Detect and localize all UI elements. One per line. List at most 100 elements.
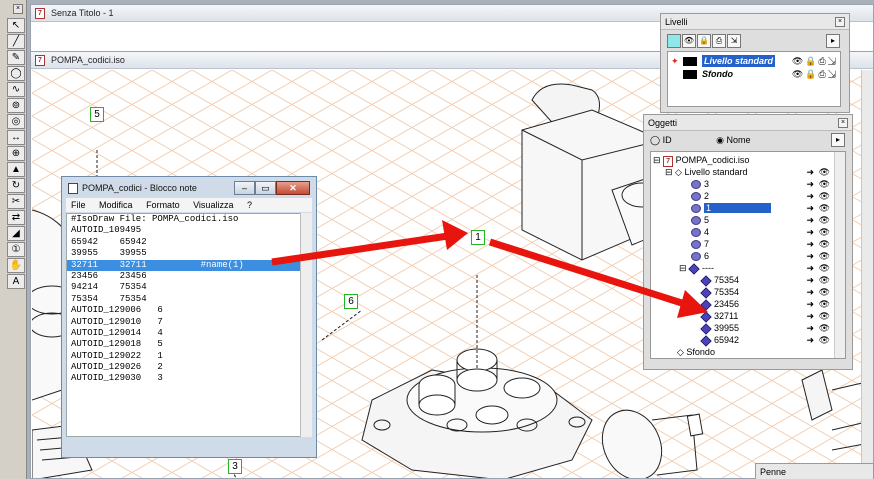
notepad-menubar: File Modifica Formato Visualizza ?	[66, 198, 312, 212]
radio-name-icon[interactable]: ◉	[716, 135, 724, 145]
row-icons[interactable]: ➜ 👁	[807, 250, 831, 262]
menu-modifica[interactable]: Modifica	[99, 200, 133, 210]
notepad-window: POMPA_codici - Blocco note – ▭ ✕ File Modi…	[61, 176, 317, 458]
fill-tool-icon[interactable]: ▲	[7, 162, 25, 177]
row-icons[interactable]: ➜ 👁	[807, 322, 831, 334]
print-icon[interactable]: ⎙	[712, 34, 726, 48]
notepad-scrollbar[interactable]	[300, 213, 312, 437]
tree-label: 39955	[714, 323, 740, 333]
callout-label[interactable]: 1	[471, 230, 485, 245]
tree-row-group[interactable]: ⊟ ---- ➜ 👁	[651, 262, 833, 275]
dimension-tool-icon[interactable]: ↔	[7, 130, 25, 145]
scale-tool-icon[interactable]: ◢	[7, 226, 25, 241]
tree-row-part[interactable]: 75354 ➜ 👁	[651, 286, 833, 299]
reflect-tool-icon[interactable]: ⇄	[7, 210, 25, 225]
tree-row-item[interactable]: 4 ➜ 👁	[651, 226, 833, 238]
text-tool-icon[interactable]: A	[7, 274, 25, 289]
tree-label: 1	[704, 203, 772, 213]
tree-row-item[interactable]: 3 ➜ 👁	[651, 178, 833, 190]
tree-row-part[interactable]: 39955 ➜ 👁	[651, 322, 833, 335]
text-line: AUTOID_129014 4	[71, 327, 163, 338]
tree-row-part[interactable]: 65942 ➜ 👁	[651, 334, 833, 347]
panel-menu-icon[interactable]: ▸	[831, 133, 845, 147]
tree-row-item[interactable]: 2 ➜ 👁	[651, 190, 833, 202]
tree-row-item-selected[interactable]: 1 ➜ 👁	[651, 202, 833, 214]
row-icons[interactable]: ➜ 👁	[807, 310, 831, 322]
menu-formato[interactable]: Formato	[146, 200, 180, 210]
minimize-button[interactable]: –	[234, 181, 255, 195]
spline-tool-icon[interactable]: ∿	[7, 82, 25, 97]
tree-label: 32711	[714, 311, 739, 321]
tree-row-item[interactable]: 5 ➜ 👁	[651, 214, 833, 226]
object-icon	[691, 216, 701, 226]
zoom-tool-icon[interactable]: ⊕	[7, 146, 25, 161]
tree-row-file[interactable]: ⊟ 7 POMPA_codici.iso	[651, 154, 833, 167]
row-icons[interactable]: ➜ 👁	[807, 190, 831, 202]
object-icon	[691, 252, 701, 262]
layer-status-icons[interactable]: 👁🔒⎙⇲	[792, 55, 838, 67]
tree-row-part[interactable]: 23456 ➜ 👁	[651, 298, 833, 311]
layer-color-icon[interactable]	[667, 34, 681, 48]
tree-row-layer[interactable]: ⊟ ◇ Livello standard ➜ 👁	[651, 166, 833, 178]
row-icons[interactable]: ➜ 👁	[807, 238, 831, 250]
close-icon[interactable]: ×	[838, 118, 848, 128]
pen-tool-icon[interactable]: ✎	[7, 50, 25, 65]
row-icons[interactable]: ➜ 👁	[807, 226, 831, 238]
lock-icon[interactable]: 🔒	[697, 34, 711, 48]
row-icons[interactable]: ➜ 👁	[807, 334, 831, 346]
ellipse-tool-icon[interactable]: ◯	[7, 66, 25, 81]
close-icon[interactable]: ×	[835, 17, 845, 27]
objects-tree: ⊟ 7 POMPA_codici.iso ⊟ ◇ Livello standar…	[650, 151, 846, 359]
tree-label: 75354	[714, 287, 740, 297]
close-icon[interactable]: ×	[13, 4, 23, 14]
document-icon: 7	[35, 55, 45, 66]
layers-toolbar: 👁 🔒 ⎙ ⇲ ▸	[667, 34, 841, 49]
tree-scrollbar[interactable]	[834, 152, 845, 358]
notepad-title-bar[interactable]: POMPA_codici - Blocco note	[66, 180, 236, 196]
callout-tool-icon[interactable]: ①	[7, 242, 25, 257]
menu-help[interactable]: ?	[247, 200, 252, 210]
row-icons[interactable]: ➜ 👁	[807, 274, 831, 286]
row-icons[interactable]: ➜ 👁	[807, 178, 831, 190]
arrow-tool-icon[interactable]: ↖	[7, 18, 25, 33]
tree-label: Livello standard	[684, 167, 748, 177]
vertical-scrollbar[interactable]	[861, 70, 873, 478]
tree-row-item[interactable]: 6 ➜ 👁	[651, 250, 833, 262]
layer-row[interactable]: Sfondo 👁🔒⎙⇲	[668, 68, 840, 80]
row-icons[interactable]: ➜ 👁	[807, 202, 831, 214]
callout-label[interactable]: 6	[344, 294, 358, 309]
tree-row-part[interactable]: 75354 ➜ 👁	[651, 274, 833, 287]
new-layer-icon[interactable]: ⇲	[727, 34, 741, 48]
cylinder-tool-icon[interactable]: ⊚	[7, 98, 25, 113]
row-icons[interactable]: ➜ 👁	[807, 214, 831, 226]
radio-id-icon[interactable]: ◯	[650, 135, 660, 145]
text-line: 65942 65942	[71, 236, 147, 247]
close-button[interactable]: ✕	[276, 181, 310, 195]
notepad-text-area[interactable]: #IsoDraw File: POMPA_codici.iso AUTOID_1…	[66, 213, 312, 437]
maximize-button[interactable]: ▭	[255, 181, 276, 195]
row-icons[interactable]: ➜ 👁	[807, 286, 831, 298]
line-tool-icon[interactable]: ╱	[7, 34, 25, 49]
hand-tool-icon[interactable]: ✋	[7, 258, 25, 273]
panel-menu-icon[interactable]: ▸	[826, 34, 840, 48]
tree-row-item[interactable]: 7 ➜ 👁	[651, 238, 833, 250]
menu-visualizza[interactable]: Visualizza	[193, 200, 233, 210]
callout-label[interactable]: 3	[228, 459, 242, 474]
tree-row-part[interactable]: 32711 ➜ 👁	[651, 310, 833, 323]
rotate-tool-icon[interactable]: ↻	[7, 178, 25, 193]
row-icons[interactable]: ➜ 👁	[807, 166, 831, 178]
layer-status-icons[interactable]: 👁🔒⎙⇲	[792, 68, 838, 80]
row-icons[interactable]: ➜ 👁	[807, 298, 831, 310]
scissors-tool-icon[interactable]: ✂	[7, 194, 25, 209]
eye-icon[interactable]: 👁	[682, 34, 696, 48]
layer-row[interactable]: ✦ Livello standard 👁🔒⎙⇲	[668, 55, 840, 67]
row-icons[interactable]: ➜ 👁	[807, 262, 831, 274]
menu-file[interactable]: File	[71, 200, 86, 210]
callout-label[interactable]: 5	[90, 107, 104, 122]
tree-row-layer[interactable]: ◇ Sfondo	[651, 346, 833, 358]
text-line: #IsoDraw File: POMPA_codici.iso	[71, 214, 239, 224]
text-line: AUTOID_129022 1	[71, 350, 163, 361]
torus-tool-icon[interactable]: ◎	[7, 114, 25, 129]
tree-label: 5	[704, 215, 710, 225]
text-line: 23456 23456	[71, 270, 147, 281]
